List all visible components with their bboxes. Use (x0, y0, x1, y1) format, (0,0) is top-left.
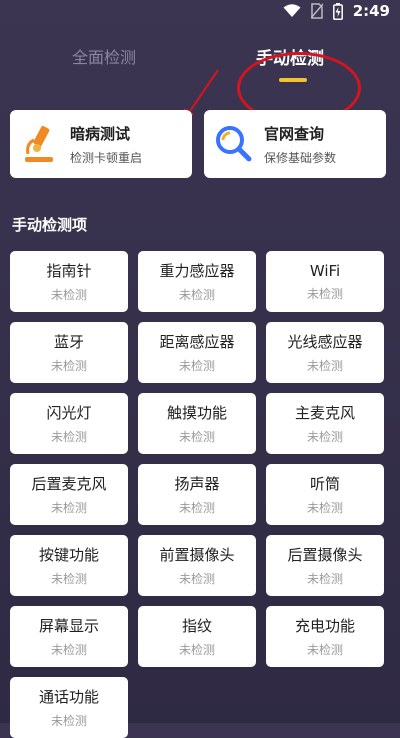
battery-icon (332, 2, 343, 20)
check-item-bluetooth[interactable]: 蓝牙 未检测 (10, 322, 128, 383)
check-item-name: 按键功能 (38, 546, 99, 564)
status-bar: 2:49 (0, 0, 400, 22)
check-item-charging[interactable]: 充电功能 未检测 (266, 606, 384, 667)
check-item-compass[interactable]: 指南针 未检测 (10, 251, 128, 312)
no-sim-icon (310, 3, 323, 19)
check-item-status: 未检测 (50, 714, 87, 728)
check-item-status: 未检测 (178, 643, 215, 657)
check-item-status: 未检测 (306, 286, 343, 301)
check-item-status: 未检测 (306, 643, 343, 657)
magnifier-icon (204, 124, 264, 164)
check-item-earpiece[interactable]: 听筒 未检测 (266, 464, 384, 525)
check-item-call[interactable]: 通话功能 未检测 (10, 677, 128, 738)
check-item-name: 后置麦克风 (31, 475, 107, 493)
check-item-status: 未检测 (178, 430, 215, 444)
check-item-fingerprint[interactable]: 指纹 未检测 (138, 606, 256, 667)
check-item-proximity-sensor[interactable]: 距离感应器 未检测 (138, 322, 256, 383)
check-item-status: 未检测 (50, 359, 87, 373)
hidden-fault-test-card[interactable]: 暗病测试 检测卡顿重启 (10, 110, 192, 178)
check-item-buttons[interactable]: 按键功能 未检测 (10, 535, 128, 596)
check-item-light-sensor[interactable]: 光线感应器 未检测 (266, 322, 384, 383)
check-item-name: 扬声器 (174, 475, 220, 493)
check-item-status: 未检测 (178, 359, 215, 373)
feature-title: 官网查询 (264, 124, 325, 143)
check-item-name: 主麦克风 (294, 404, 355, 422)
check-item-wifi[interactable]: WiFi 未检测 (266, 251, 384, 312)
check-item-status: 未检测 (178, 288, 215, 302)
tab-full-check[interactable]: 全面检测 (72, 44, 136, 68)
check-item-status: 未检测 (306, 430, 343, 444)
check-item-name: 屏幕显示 (38, 617, 99, 635)
check-item-rear-camera[interactable]: 后置摄像头 未检测 (266, 535, 384, 596)
check-item-status: 未检测 (50, 430, 87, 444)
check-item-flashlight[interactable]: 闪光灯 未检测 (10, 393, 128, 454)
feature-title: 暗病测试 (70, 124, 131, 143)
check-item-name: 前置摄像头 (159, 546, 235, 564)
microscope-icon (10, 124, 70, 164)
check-item-status: 未检测 (50, 572, 87, 586)
check-item-speaker[interactable]: 扬声器 未检测 (138, 464, 256, 525)
check-item-front-camera[interactable]: 前置摄像头 未检测 (138, 535, 256, 596)
check-item-status: 未检测 (306, 359, 343, 373)
check-item-name: 距离感应器 (159, 333, 235, 351)
check-item-status: 未检测 (50, 288, 87, 302)
check-item-name: 触摸功能 (166, 404, 227, 422)
check-item-name: 重力感应器 (159, 262, 235, 280)
wifi-icon (283, 4, 301, 18)
check-item-gravity-sensor[interactable]: 重力感应器 未检测 (138, 251, 256, 312)
feature-subtitle: 检测卡顿重启 (70, 150, 143, 165)
check-item-name: 指纹 (181, 617, 212, 635)
check-item-touch[interactable]: 触摸功能 未检测 (138, 393, 256, 454)
check-item-name: 指南针 (46, 262, 92, 280)
check-item-name: 通话功能 (38, 688, 99, 706)
check-item-status: 未检测 (178, 501, 215, 515)
manual-check-grid: 指南针 未检测 重力感应器 未检测 WiFi 未检测 蓝牙 未检测 距离感应器 未检测 光… (10, 251, 388, 738)
feature-subtitle: 保修基础参数 (264, 150, 337, 165)
check-item-status: 未检测 (50, 501, 87, 515)
check-item-rear-mic[interactable]: 后置麦克风 未检测 (10, 464, 128, 525)
check-item-name: WiFi (309, 261, 341, 280)
check-item-status: 未检测 (306, 572, 343, 586)
check-item-name: 充电功能 (294, 617, 355, 635)
check-item-name: 闪光灯 (46, 404, 92, 422)
official-query-card[interactable]: 官网查询 保修基础参数 (204, 110, 386, 178)
check-item-name: 光线感应器 (287, 333, 363, 351)
check-item-name: 蓝牙 (53, 333, 84, 351)
status-time: 2:49 (352, 2, 390, 20)
check-item-status: 未检测 (178, 572, 215, 586)
check-item-status: 未检测 (50, 643, 87, 657)
tab-bar: 全面检测 手动检测 (0, 30, 400, 124)
section-title: 手动检测项 (12, 216, 88, 234)
check-item-main-mic[interactable]: 主麦克风 未检测 (266, 393, 384, 454)
check-item-status: 未检测 (306, 501, 343, 515)
check-item-name: 后置摄像头 (287, 546, 363, 564)
check-item-screen-display[interactable]: 屏幕显示 未检测 (10, 606, 128, 667)
check-item-name: 听筒 (309, 475, 340, 493)
